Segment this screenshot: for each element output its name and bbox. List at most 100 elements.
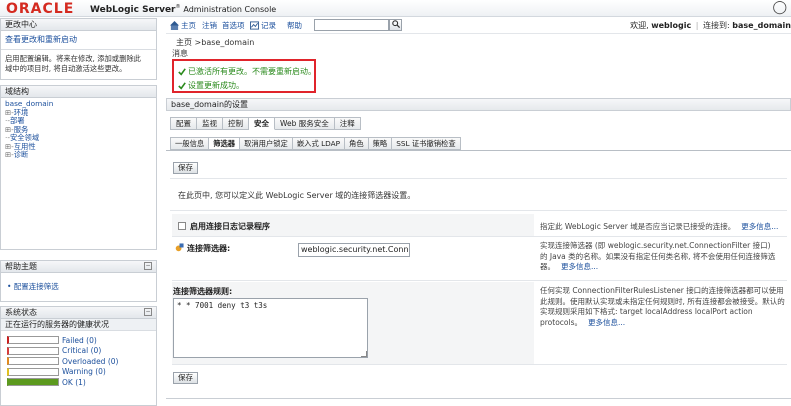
- message-item: 已激活所有更改。不需要重新启动。: [178, 66, 316, 77]
- status-rows: Failed (0) Critical (0) Overloaded (0) Warn…: [1, 331, 156, 388]
- main-tabs: 配置 监视 控制 安全 Web 服务安全 注释: [170, 117, 361, 130]
- view-changes-link[interactable]: 查看更改和重新启动: [5, 34, 156, 45]
- tab-1[interactable]: 监视: [197, 117, 223, 130]
- connection-filter-rules-help-text: 任何实现 ConnectionFilterRulesListener 接口的连接…: [540, 286, 785, 327]
- change-indicator-icon: [175, 243, 184, 252]
- status-row[interactable]: Failed (0): [1, 335, 156, 346]
- resize-handle-icon[interactable]: [361, 351, 367, 357]
- change-divider: [1, 49, 156, 50]
- record-link[interactable]: 记录: [250, 20, 276, 31]
- page-description: 在此页中, 您可以定义此 WebLogic Server 域的连接筛选器设置。: [178, 191, 416, 200]
- tab-3[interactable]: 安全: [249, 117, 275, 130]
- status-bar-fill: [9, 379, 58, 386]
- system-status-title: 系统状态 −: [1, 307, 156, 319]
- divider: [170, 178, 787, 179]
- status-label: Overloaded (0): [62, 356, 119, 366]
- tree-item-label: 诊断: [13, 150, 29, 159]
- minimize-icon[interactable]: −: [144, 308, 152, 316]
- domain-tree: base_domain ⊞-环境 ·-部署 ⊞-服务 ·-安全领域 ⊞-互用性 ⊞-诊断: [1, 98, 156, 160]
- minimize-icon[interactable]: −: [144, 262, 152, 270]
- breadcrumb[interactable]: 主页 >base_domain: [176, 37, 254, 48]
- tab-5[interactable]: 注释: [334, 117, 361, 130]
- status-bar: [7, 336, 59, 345]
- search-input[interactable]: [314, 19, 389, 31]
- tree-toggle-icon[interactable]: ⊞-: [5, 150, 14, 159]
- tab-4[interactable]: Web 服务安全: [275, 117, 335, 130]
- connection-filter-help: 实现连接筛选器 (即 weblogic.security.net.Connect…: [540, 241, 780, 273]
- status-label: Failed (0): [62, 335, 97, 345]
- message-text-2: 设置更新成功。: [188, 81, 244, 90]
- help-topics-title: 帮助主题 −: [1, 261, 156, 273]
- connected-prefix: 连接到:: [703, 21, 730, 30]
- connection-filter-rules-textarea[interactable]: * * 7001 deny t3 t3s: [173, 298, 368, 358]
- subtab-1[interactable]: 筛选器: [209, 137, 241, 150]
- welcome-text: 欢迎, weblogic | 连接到: base_domain: [630, 21, 791, 30]
- status-bar: [7, 346, 59, 355]
- system-status-title-text: 系统状态: [5, 308, 37, 317]
- record-label: 记录: [261, 21, 276, 30]
- home-link[interactable]: 主页: [170, 20, 196, 31]
- connection-filter-rules-label: 连接筛选器规则:: [173, 287, 233, 296]
- subtab-3[interactable]: 嵌入式 LDAP: [292, 137, 346, 150]
- change-center-text: 启用配置编辑。将来在修改, 添加或删除此 域中的项目时, 将自动激活这些更改。: [1, 54, 156, 74]
- help-link[interactable]: 帮助: [287, 20, 302, 31]
- search-icon: [391, 20, 400, 29]
- help-topic-link[interactable]: • 配置连接筛选: [7, 281, 156, 292]
- preferences-link[interactable]: 首选项: [222, 20, 245, 31]
- sub-tabs: 一般信息 筛选器 取消用户锁定 嵌入式 LDAP 角色 策略 SSL 证书撤销检查: [170, 137, 461, 150]
- more-info-link[interactable]: 更多信息...: [741, 222, 778, 231]
- home-label: 主页: [181, 21, 196, 30]
- product-title: WebLogic Server® Administration Console: [90, 4, 276, 15]
- search-button[interactable]: [389, 19, 402, 31]
- oracle-o-icon: ◯: [772, 0, 787, 15]
- connection-filter-input[interactable]: weblogic.security.net.Connec: [298, 243, 410, 257]
- status-bar: [7, 357, 59, 366]
- change-center-line2: 域中的项目时, 将自动激活这些更改。: [5, 64, 127, 73]
- system-status-subtitle: 正在运行的服务器的健康状况: [1, 319, 156, 331]
- subtab-5[interactable]: 策略: [368, 137, 393, 150]
- more-info-link[interactable]: 更多信息...: [561, 262, 598, 271]
- checkmark-icon: [178, 67, 186, 76]
- console-header: ORACLE WebLogic Server® Administration C…: [0, 0, 791, 17]
- divider: [172, 280, 787, 281]
- tab-2[interactable]: 控制: [223, 117, 249, 130]
- status-label: OK (1): [62, 377, 86, 387]
- subtab-2[interactable]: 取消用户锁定: [240, 137, 293, 150]
- divider: [166, 398, 791, 399]
- top-toolbar: 主页 注销 首选项 记录 帮助 欢迎, weblogic | 连接到: base…: [166, 17, 791, 34]
- save-button-bottom[interactable]: 保存: [173, 372, 198, 384]
- record-icon: [250, 21, 259, 30]
- change-center-panel: 更改中心 查看更改和重新启动 启用配置编辑。将来在修改, 添加或删除此 域中的项…: [0, 18, 157, 80]
- help-topics-title-text: 帮助主题: [5, 262, 37, 271]
- status-bar: [7, 378, 59, 387]
- connection-filter-rules-help: 任何实现 ConnectionFilterRulesListener 接口的连接…: [540, 286, 785, 328]
- tree-item[interactable]: ⊞-环境: [5, 108, 156, 118]
- checkmark-icon: [178, 81, 186, 90]
- subtab-4[interactable]: 角色: [345, 137, 369, 150]
- product-subtitle: Administration Console: [183, 5, 277, 14]
- current-user: weblogic: [651, 21, 692, 30]
- subtab-6[interactable]: SSL 证书撤销检查: [392, 137, 461, 150]
- status-row[interactable]: Overloaded (0): [1, 356, 156, 367]
- system-status-panel: 系统状态 − 正在运行的服务器的健康状况 Failed (0) Critical …: [0, 306, 157, 406]
- change-center-line1: 启用配置编辑。将来在修改, 添加或删除此: [5, 54, 141, 63]
- status-row[interactable]: OK (1): [1, 377, 156, 388]
- status-row[interactable]: Warning (0): [1, 367, 156, 378]
- tree-item[interactable]: ⊞-诊断: [5, 150, 156, 160]
- subtab-0[interactable]: 一般信息: [170, 137, 210, 150]
- save-button[interactable]: 保存: [173, 162, 198, 174]
- product-name: WebLogic Server: [90, 5, 176, 15]
- logout-link[interactable]: 注销: [202, 20, 217, 31]
- messages-highlight-box: 已激活所有更改。不需要重新启动。 设置更新成功。: [172, 59, 316, 93]
- help-topics-panel: 帮助主题 − • 配置连接筛选: [0, 260, 157, 302]
- enable-connection-logger-label: 启用连接日志记录程序: [190, 222, 270, 231]
- status-label: Critical (0): [62, 346, 102, 356]
- more-info-link[interactable]: 更多信息...: [588, 318, 625, 327]
- tab-0[interactable]: 配置: [170, 117, 197, 130]
- settings-title: base_domain的设置: [166, 98, 791, 111]
- connection-logger-help: 指定此 WebLogic Server 域是否应当记录已接受的连接。 更多信息..…: [540, 221, 778, 232]
- change-center-title: 更改中心: [1, 19, 156, 31]
- enable-connection-logger-checkbox[interactable]: [178, 222, 186, 230]
- home-icon: [170, 21, 179, 30]
- status-row[interactable]: Critical (0): [1, 346, 156, 357]
